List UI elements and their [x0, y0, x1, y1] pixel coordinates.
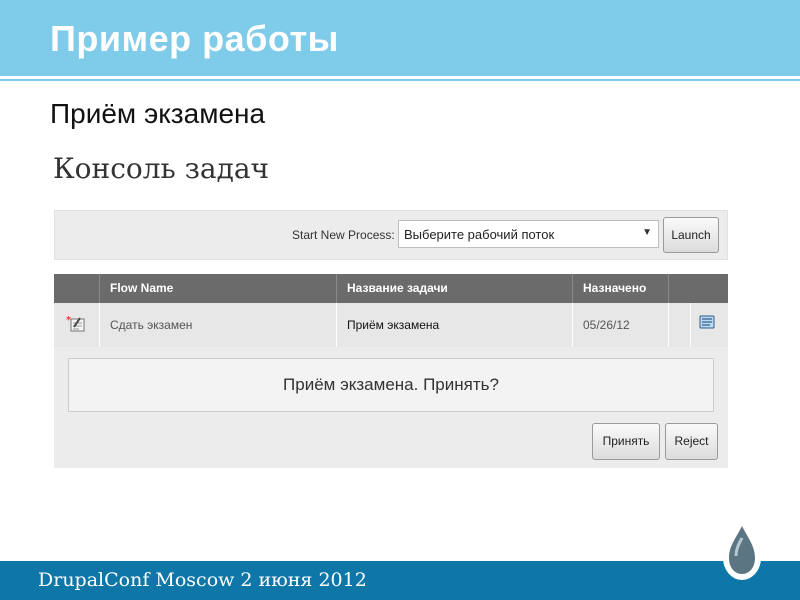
task-name-cell: Приём экзамена: [336, 303, 572, 347]
start-process-label: Start New Process:: [292, 228, 395, 242]
notepad-icon[interactable]: [699, 314, 715, 330]
task-question: Приём экзамена. Принять?: [68, 358, 714, 412]
row-action-cell: [690, 303, 728, 347]
flow-name-cell: Сдать экзамен: [99, 303, 336, 347]
row-icon-cell: *: [54, 303, 99, 347]
launch-button[interactable]: Launch: [663, 217, 719, 253]
column-task-name: Название задачи: [336, 274, 572, 303]
assigned-cell: 05/26/12: [572, 303, 668, 347]
table-header: Flow Name Название задачи Назначено: [54, 274, 728, 303]
workflow-select-value: Выберите рабочий поток: [404, 227, 555, 242]
water-drop-icon: [723, 526, 761, 580]
column-assigned: Назначено: [572, 274, 668, 303]
footer-text: DrupalConf Moscow 2 июня 2012: [38, 569, 367, 591]
start-process-bar: Start New Process: Выберите рабочий пото…: [54, 210, 728, 260]
icon-column-header: [54, 274, 99, 303]
task-table: Flow Name Название задачи Назначено * Сд…: [54, 274, 728, 468]
slide-footer: DrupalConf Moscow 2 июня 2012: [0, 561, 800, 600]
task-edit-icon: *: [66, 315, 85, 332]
chevron-down-icon: ▼: [642, 227, 652, 238]
accept-button[interactable]: Принять: [592, 423, 660, 460]
table-row[interactable]: * Сдать экзамен Приём экзамена 05/26/12: [54, 303, 728, 347]
reject-button[interactable]: Reject: [665, 423, 718, 460]
row-spacer-cell: [668, 303, 690, 347]
column-flow-name: Flow Name: [99, 274, 336, 303]
slide-subtitle: Приём экзамена: [50, 98, 266, 129]
header-divider: [0, 79, 800, 81]
console-title: Консоль задач: [53, 152, 270, 185]
workflow-select[interactable]: Выберите рабочий поток ▼: [398, 220, 659, 248]
actions-column-header: [668, 274, 728, 303]
slide-title: Пример работы: [50, 18, 339, 59]
slide-header: Пример работы: [0, 0, 800, 76]
svg-text:*: *: [66, 315, 71, 326]
